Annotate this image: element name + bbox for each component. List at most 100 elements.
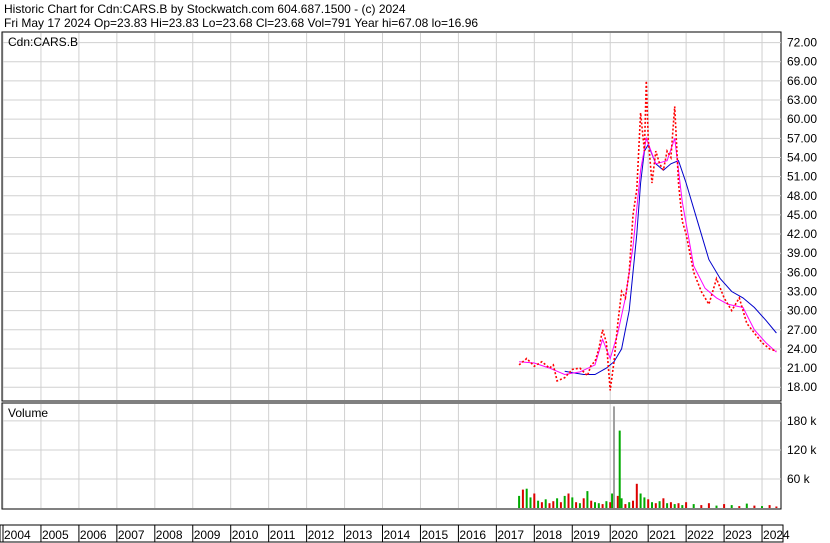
volume-bar <box>761 506 763 508</box>
volume-bar <box>768 505 771 508</box>
price-tick-label: 54.00 <box>787 150 817 164</box>
price-tick-label: 63.00 <box>787 93 817 107</box>
volume-bar <box>594 502 596 508</box>
volume-bar <box>521 489 524 508</box>
volume-bar <box>556 498 559 508</box>
volume-tick-label: 120 k <box>787 443 817 457</box>
volume-bar <box>673 504 676 508</box>
year-axis: 2004 2005 2006 2007 2008 2009 2010 2011 2012 2013… <box>2 525 790 542</box>
volume-bar <box>613 406 615 508</box>
volume-bar <box>654 503 657 508</box>
volume-bar <box>605 501 608 508</box>
volume-bar <box>620 498 623 508</box>
price-tick-label: 66.00 <box>787 74 817 88</box>
volume-bar <box>639 493 642 508</box>
price-panel-label: Cdn:CARS.B <box>8 35 78 49</box>
historic-chart: 18.00 21.00 24.00 27.00 30.00 33.00 36.00 39.00… <box>0 31 817 543</box>
price-tick-label: 21.00 <box>787 361 817 375</box>
volume-bar <box>548 503 551 508</box>
volume-bar <box>628 502 631 508</box>
volume-bar <box>745 503 748 508</box>
volume-y-axis: 60 k 120 k 180 k <box>787 414 817 486</box>
price-tick-label: 60.00 <box>787 112 817 126</box>
volume-tick-label: 180 k <box>787 414 817 428</box>
volume-bar <box>647 499 650 508</box>
price-tick-label: 48.00 <box>787 189 817 203</box>
volume-bar <box>662 498 665 508</box>
volume-bar <box>651 502 653 508</box>
volume-bar <box>567 493 570 508</box>
volume-bar <box>618 430 621 508</box>
volume-panel-label: Volume <box>8 406 48 420</box>
year-label: 2011 <box>270 528 296 542</box>
year-label: 2006 <box>80 528 107 542</box>
volume-bar <box>525 488 528 508</box>
volume-bar <box>544 499 547 508</box>
year-label: 2005 <box>42 528 69 542</box>
year-label: 2018 <box>535 528 562 542</box>
price-tick-label: 45.00 <box>787 208 817 222</box>
price-panel <box>1 31 782 402</box>
year-label: 2022 <box>687 528 714 542</box>
volume-bar <box>582 498 585 508</box>
price-tick-label: 33.00 <box>787 284 817 298</box>
year-label: 2017 <box>497 528 524 542</box>
volume-bar <box>738 506 741 508</box>
price-tick-label: 57.00 <box>787 131 817 145</box>
volume-bar <box>563 495 566 508</box>
year-label: 2009 <box>194 528 221 542</box>
volume-bar <box>540 502 543 508</box>
volume-bar <box>571 497 574 508</box>
volume-bar <box>518 495 521 508</box>
price-tick-label: 36.00 <box>787 265 817 279</box>
volume-bar <box>609 502 612 508</box>
volume-bar <box>685 502 688 508</box>
volume-bar <box>666 503 669 508</box>
price-tick-label: 51.00 <box>787 170 817 184</box>
volume-bar <box>730 505 733 508</box>
year-label: 2010 <box>232 528 259 542</box>
volume-bar <box>611 493 614 508</box>
year-label: 2016 <box>459 528 486 542</box>
volume-bar <box>715 505 718 508</box>
price-tick-label: 24.00 <box>787 342 817 356</box>
price-tick-label: 69.00 <box>787 55 817 69</box>
volume-bar <box>700 505 703 508</box>
volume-bar <box>533 493 536 508</box>
volume-bar <box>616 495 619 508</box>
price-tick-label: 39.00 <box>787 246 817 260</box>
year-label: 2024 <box>763 528 790 542</box>
volume-bar <box>529 497 532 508</box>
volume-bar <box>586 491 589 508</box>
volume-bar <box>723 504 726 508</box>
volume-bar <box>669 502 672 508</box>
price-tick-label: 42.00 <box>787 227 817 241</box>
volume-bar <box>677 503 680 508</box>
volume-bar <box>692 504 695 508</box>
volume-bar <box>552 501 555 508</box>
price-tick-label: 27.00 <box>787 323 817 337</box>
year-label: 2023 <box>725 528 752 542</box>
volume-bar <box>635 483 638 508</box>
volume-bar <box>590 500 593 508</box>
year-label: 2019 <box>573 528 600 542</box>
volume-bar <box>753 505 756 508</box>
volume-bar <box>575 502 578 508</box>
volume-bar <box>658 501 661 508</box>
volume-tick-label: 60 k <box>787 472 811 486</box>
year-label: 2008 <box>156 528 183 542</box>
year-label: 2007 <box>118 528 145 542</box>
volume-bar <box>681 505 684 508</box>
year-label: 2012 <box>308 528 335 542</box>
volume-bar <box>632 500 634 508</box>
volume-bar <box>643 497 646 508</box>
year-label: 2021 <box>649 528 676 542</box>
year-label: 2014 <box>384 528 411 542</box>
price-tick-label: 18.00 <box>787 380 817 394</box>
volume-panel <box>1 402 782 510</box>
year-label: 2013 <box>346 528 373 542</box>
volume-bar <box>559 502 562 508</box>
volume-bar <box>578 503 581 508</box>
price-tick-label: 72.00 <box>787 36 817 50</box>
price-y-axis: 18.00 21.00 24.00 27.00 30.00 33.00 36.00 39.00… <box>787 36 817 395</box>
